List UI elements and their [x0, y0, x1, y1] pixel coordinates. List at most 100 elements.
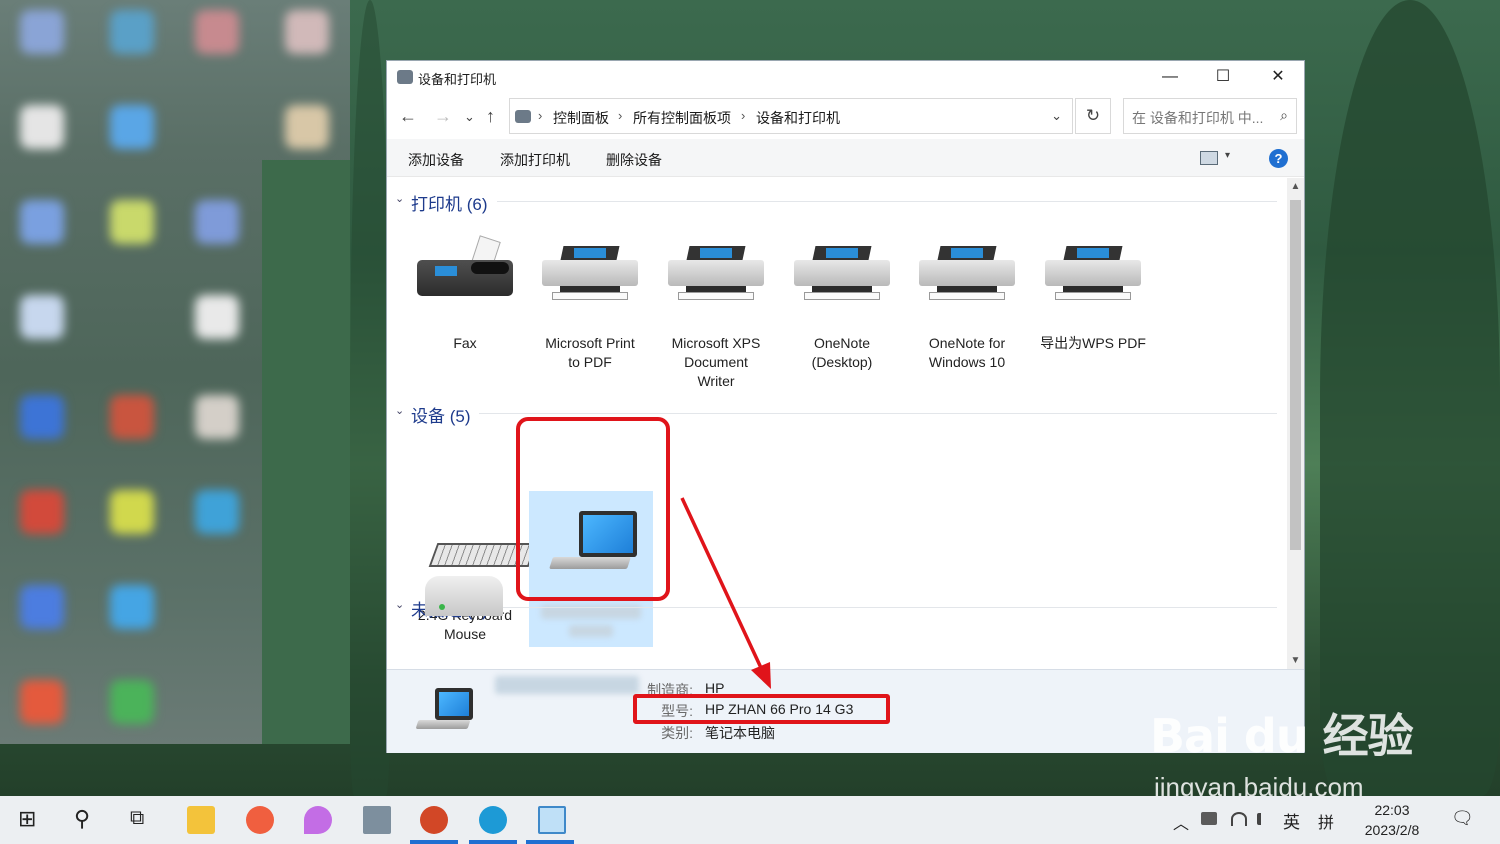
desktop-icon[interactable] [20, 200, 64, 244]
printer-item-onenote-desktop[interactable]: OneNote (Desktop) [782, 236, 902, 370]
add-printer-button[interactable]: 添加打印机 [500, 150, 570, 170]
desktop-icon[interactable] [195, 395, 239, 439]
printer-label: Microsoft Print [545, 335, 635, 351]
printer-icon [1043, 236, 1143, 306]
desktop-icon[interactable] [20, 10, 64, 54]
remove-device-button[interactable]: 删除设备 [606, 150, 662, 170]
printer-item-onenote-win10[interactable]: OneNote for Windows 10 [907, 236, 1027, 370]
desktop-icon[interactable] [110, 395, 154, 439]
task-view-button[interactable]: ⧉ [130, 807, 144, 830]
desktop-icon[interactable] [285, 105, 329, 149]
edge-icon[interactable] [479, 806, 507, 834]
up-button[interactable]: ↑ [486, 106, 495, 127]
ime-mode-button[interactable]: 拼 [1318, 809, 1334, 833]
forward-button[interactable]: → [434, 106, 452, 127]
device-label: Mouse [443, 626, 487, 642]
group-header-printers[interactable]: ⌄ 打印机 (6) [395, 190, 515, 214]
breadcrumb-devices-printers[interactable]: 设备和打印机 [756, 108, 840, 128]
maximize-button[interactable]: ☐ [1197, 61, 1249, 93]
vertical-scrollbar[interactable]: ▲ ▼ [1287, 178, 1304, 669]
group-header-devices[interactable]: ⌄ 设备 (5) [395, 402, 495, 426]
breadcrumb-all-items[interactable]: 所有控制面板项 [633, 108, 731, 128]
scroll-thumb[interactable] [1290, 200, 1301, 550]
desktop-icon[interactable] [110, 490, 154, 534]
help-icon[interactable]: ? [1269, 149, 1288, 168]
printer-label: Document [684, 354, 748, 370]
app-icon[interactable] [304, 806, 332, 834]
scroll-up-button[interactable]: ▲ [1287, 178, 1304, 195]
view-options-dropdown[interactable]: ▾ [1225, 150, 1230, 161]
desktop-icon[interactable] [20, 585, 64, 629]
desktop-icon[interactable] [20, 295, 64, 339]
wifi-icon[interactable] [1231, 812, 1247, 826]
active-indicator [469, 840, 517, 844]
start-button[interactable]: ⊞ [18, 806, 36, 832]
printer-icon [917, 236, 1017, 306]
breadcrumb-separator[interactable]: › [538, 108, 542, 123]
unspecified-device-icon[interactable] [425, 576, 503, 616]
collapse-chevron-icon[interactable]: ⌄ [395, 192, 404, 205]
search-icon[interactable]: ⌕ [1280, 107, 1288, 124]
recent-locations-button[interactable]: ⌄ [464, 109, 475, 125]
close-button[interactable]: ✕ [1252, 61, 1304, 93]
powerpoint-icon[interactable] [420, 806, 448, 834]
desktop-icon[interactable] [110, 585, 154, 629]
desktop-icon[interactable] [195, 10, 239, 54]
clock[interactable]: 22:03 2023/2/8 [1352, 800, 1432, 840]
desktop-icon[interactable] [20, 395, 64, 439]
clock-date: 2023/2/8 [1364, 822, 1420, 838]
scroll-down-button[interactable]: ▼ [1287, 652, 1304, 669]
desktop-icon[interactable] [195, 490, 239, 534]
active-indicator [526, 840, 574, 844]
search-box[interactable]: 在 设备和打印机 中... ⌕ [1123, 98, 1297, 134]
show-hidden-icons-button[interactable]: ︿ [1173, 810, 1189, 834]
printer-label: to PDF [568, 354, 612, 370]
volume-icon[interactable] [1257, 813, 1269, 825]
calculator-icon[interactable] [363, 806, 391, 834]
printer-icon [540, 236, 640, 306]
device-status-led [439, 604, 445, 610]
printer-label: Windows 10 [928, 354, 1006, 370]
change-view-icon[interactable] [1200, 151, 1218, 165]
printer-item-fax[interactable]: Fax [405, 235, 525, 356]
forest-tree [1320, 0, 1500, 796]
search-button[interactable]: ⚲ [74, 806, 90, 832]
collapse-chevron-icon[interactable]: ⌄ [395, 404, 404, 417]
notification-icon[interactable]: 🗨 [1451, 808, 1474, 829]
refresh-button[interactable]: ↻ [1075, 98, 1111, 134]
app-icon[interactable] [246, 806, 274, 834]
back-button[interactable]: ← [399, 106, 417, 127]
desktop-icon[interactable] [195, 200, 239, 244]
desktop-icon[interactable] [20, 680, 64, 724]
collapse-chevron-icon[interactable]: ⌄ [395, 598, 404, 611]
address-field[interactable]: › 控制面板 › 所有控制面板项 › 设备和打印机 ⌄ [509, 98, 1073, 134]
breadcrumb-separator[interactable]: › [741, 108, 745, 123]
printer-item-microsoft-print-to-pdf[interactable]: Microsoft Print to PDF [530, 236, 650, 370]
battery-icon[interactable] [1201, 812, 1217, 825]
window-title: 设备和打印机 [418, 72, 497, 87]
desktop-icon[interactable] [285, 10, 329, 54]
desktop-icon[interactable] [110, 680, 154, 724]
ime-language-button[interactable]: 英 [1283, 808, 1300, 833]
desktop-icon[interactable] [20, 490, 64, 534]
file-explorer-icon[interactable] [187, 806, 215, 834]
highlight-box-laptop [516, 417, 670, 601]
desktop-icon[interactable] [195, 295, 239, 339]
printer-item-microsoft-xps[interactable]: Microsoft XPS Document Writer [656, 236, 776, 389]
minimize-button[interactable]: — [1144, 61, 1196, 93]
active-indicator [410, 840, 458, 844]
title-bar[interactable]: 设备和打印机 — ☐ ✕ [387, 61, 1304, 93]
breadcrumb-separator[interactable]: › [618, 108, 622, 123]
desktop-icon[interactable] [110, 105, 154, 149]
printer-item-wps-pdf[interactable]: 导出为WPS PDF [1033, 236, 1153, 356]
printer-icon [666, 236, 766, 306]
desktop-icon[interactable] [20, 105, 64, 149]
clock-time: 22:03 [1374, 802, 1410, 818]
address-dropdown-button[interactable]: ⌄ [1051, 108, 1062, 124]
printer-label: Microsoft XPS [671, 335, 761, 351]
desktop-icon[interactable] [110, 10, 154, 54]
desktop-icon[interactable] [110, 200, 154, 244]
breadcrumb-control-panel[interactable]: 控制面板 [553, 108, 609, 128]
control-panel-icon[interactable] [538, 806, 566, 834]
add-device-button[interactable]: 添加设备 [408, 150, 464, 170]
